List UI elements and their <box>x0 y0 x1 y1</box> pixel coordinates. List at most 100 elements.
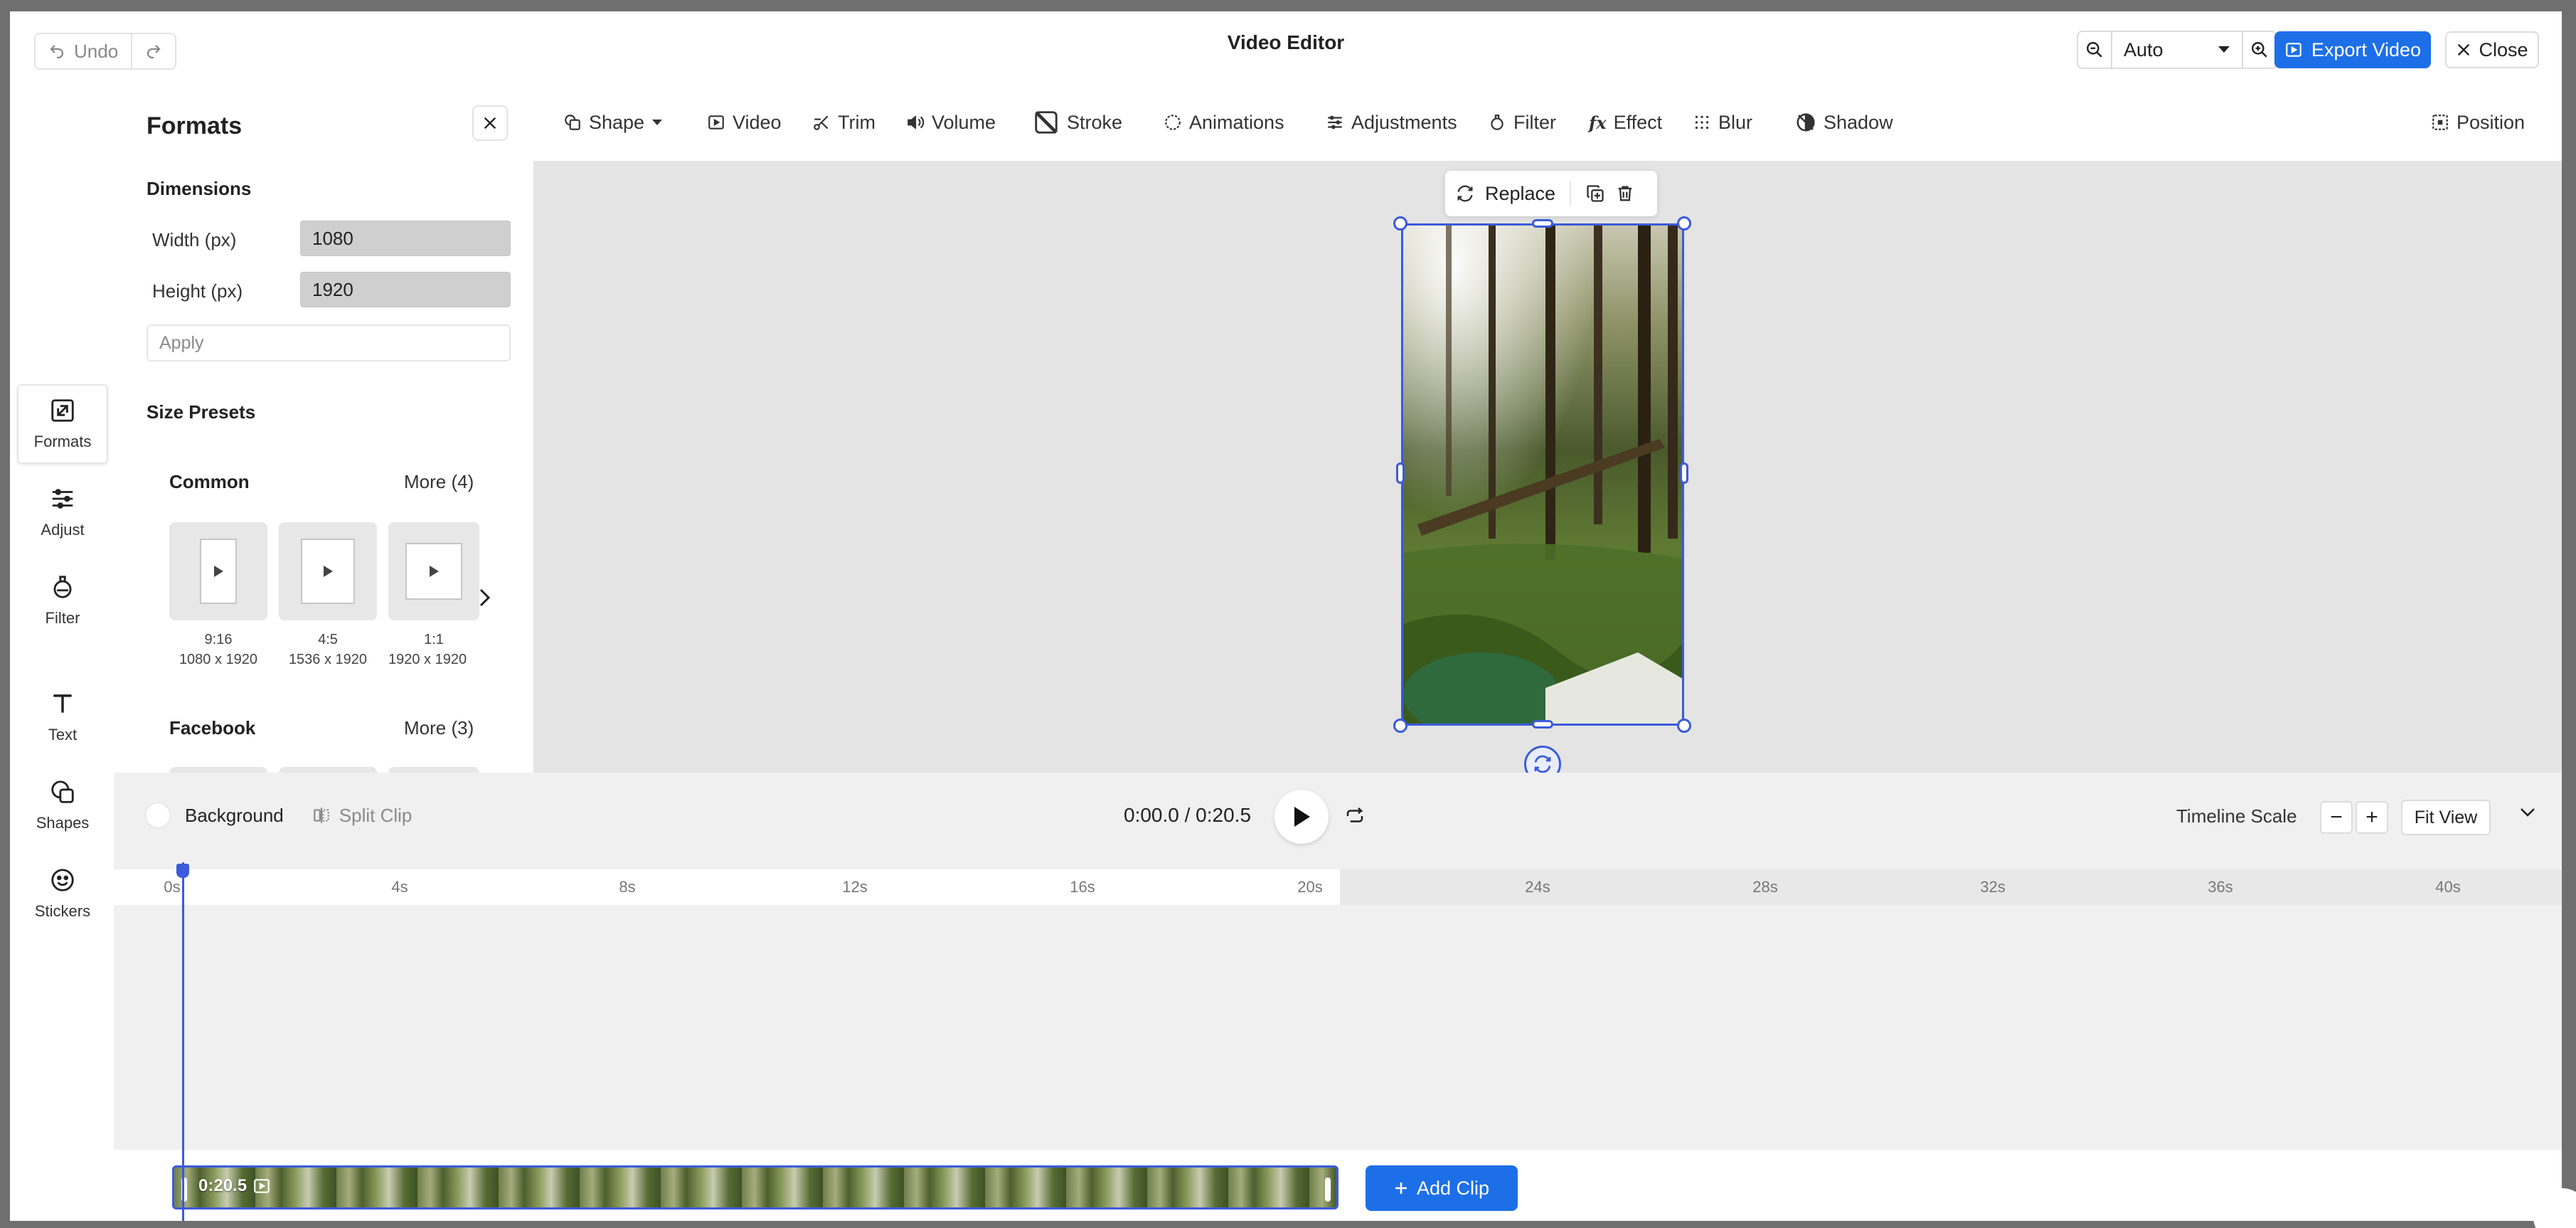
timeline-tracks-area[interactable] <box>114 905 2562 1150</box>
trim-tool[interactable]: Trim <box>812 108 875 137</box>
clip-duration: 0:20.5 <box>198 1176 248 1195</box>
dimensions-heading: Dimensions <box>147 178 252 199</box>
animations-label: Animations <box>1189 111 1284 133</box>
collapse-timeline-button[interactable] <box>2519 807 2536 822</box>
background-color-swatch[interactable] <box>145 803 171 828</box>
resize-handle-top[interactable] <box>1532 219 1553 228</box>
sliders-icon <box>1328 115 1342 129</box>
preset-size: 1536 x 1920 <box>288 652 368 667</box>
rail-item-stickers[interactable]: Stickers <box>17 854 108 933</box>
formats-panel: Formats Dimensions Width (px) 1080 Heigh… <box>114 83 533 788</box>
sliders-icon <box>52 489 73 509</box>
shadow-tool[interactable]: Shadow <box>1795 108 1893 137</box>
video-label: Video <box>733 111 782 133</box>
loop-icon <box>1346 807 1363 822</box>
timeline-ruler[interactable]: 0s 4s 8s 12s 16s 20s 24s 28s 32s 36s 40s <box>114 869 2562 905</box>
undo-button[interactable]: Undo <box>36 34 131 68</box>
preset-card-9-16[interactable] <box>169 522 267 620</box>
zoom-in-button[interactable] <box>2243 32 2276 68</box>
rail-item-filter[interactable]: Filter <box>17 561 108 640</box>
play-icon <box>324 566 333 577</box>
plus-icon <box>1395 1182 1407 1194</box>
timeline-zoom-in-button[interactable]: + <box>2356 801 2388 834</box>
undo-icon <box>50 45 64 59</box>
rail-item-text[interactable]: Text <box>17 677 108 757</box>
close-button[interactable]: Close <box>2445 31 2539 68</box>
preset-size: 1080 x 1920 <box>179 652 258 667</box>
play-icon <box>214 566 223 577</box>
rail-item-formats[interactable]: Formats <box>17 384 108 464</box>
play-button[interactable] <box>1274 790 1329 844</box>
zoom-out-button[interactable] <box>2078 32 2111 68</box>
height-input[interactable]: 1920 <box>300 272 511 307</box>
filter-label: Filter <box>1513 111 1556 133</box>
zoom-select[interactable]: Auto <box>2111 32 2243 68</box>
chevron-right-icon <box>479 588 491 607</box>
playhead-handle[interactable] <box>176 864 189 878</box>
shape-tool[interactable]: Shape <box>563 108 663 137</box>
resize-icon <box>51 399 74 422</box>
resize-handle-top-left[interactable] <box>1393 216 1407 231</box>
split-clip-label: Split Clip <box>339 804 413 826</box>
apply-button[interactable]: Apply <box>147 324 511 361</box>
video-clip[interactable]: 0:20.5 <box>172 1165 1338 1210</box>
rail-item-label: Shapes <box>36 814 90 832</box>
ruler-tick: 40s <box>2435 878 2461 896</box>
resize-handle-right[interactable] <box>1680 462 1688 484</box>
ruler-tick: 24s <box>1525 878 1550 896</box>
clip-trim-handle-right[interactable] <box>1325 1177 1331 1202</box>
blur-label: Blur <box>1718 111 1753 133</box>
rail-item-adjust[interactable]: Adjust <box>17 472 108 552</box>
ruler-tick: 12s <box>842 878 868 896</box>
timeline-zoom-out-button[interactable]: − <box>2320 801 2353 834</box>
trash-icon[interactable] <box>1615 184 1635 203</box>
ruler-tick: 36s <box>2208 878 2233 896</box>
play-icon <box>430 566 439 577</box>
presets-next-button[interactable] <box>471 583 499 612</box>
blur-tool[interactable]: Blur <box>1693 108 1752 137</box>
editor-canvas[interactable]: Replace <box>533 161 2562 783</box>
rail-item-shapes[interactable]: Shapes <box>17 766 108 845</box>
video-element[interactable] <box>1401 223 1684 726</box>
common-heading: Common <box>169 471 250 492</box>
ruler-tick: 16s <box>1070 878 1095 896</box>
size-presets-heading: Size Presets <box>147 401 256 423</box>
position-tool[interactable]: Position <box>2431 108 2525 137</box>
panel-close-button[interactable] <box>472 105 508 141</box>
loop-button[interactable] <box>1344 805 1366 830</box>
preset-card-1-1[interactable] <box>388 522 479 620</box>
resize-handle-bottom[interactable] <box>1532 720 1553 729</box>
effect-tool[interactable]: fx Effect <box>1589 108 1662 137</box>
export-video-button[interactable]: Export Video <box>2274 31 2431 68</box>
resize-handle-top-right[interactable] <box>1677 216 1691 231</box>
close-icon <box>484 117 496 129</box>
fit-view-button[interactable]: Fit View <box>2401 800 2491 835</box>
shape-label: Shape <box>589 111 645 133</box>
stroke-tool[interactable]: Stroke <box>1033 108 1122 137</box>
preset-card-4-5[interactable] <box>279 522 377 620</box>
animations-tool[interactable]: Animations <box>1164 108 1284 137</box>
facebook-more-link[interactable]: More (3) <box>404 717 474 739</box>
replace-button[interactable]: Replace <box>1485 183 1555 205</box>
resize-handle-bottom-right[interactable] <box>1677 719 1691 733</box>
undo-label: Undo <box>74 40 119 62</box>
duplicate-icon[interactable] <box>1585 184 1605 203</box>
background-label[interactable]: Background <box>185 805 284 827</box>
preset-ratio: 4:5 <box>318 632 338 647</box>
playhead[interactable] <box>182 862 184 1221</box>
preset-frame <box>301 539 355 604</box>
common-more-link[interactable]: More (4) <box>404 471 474 493</box>
stroke-label: Stroke <box>1067 111 1123 133</box>
video-tool[interactable]: Video <box>707 108 782 137</box>
resize-handle-bottom-left[interactable] <box>1393 719 1407 733</box>
adjustments-tool[interactable]: Adjustments <box>1326 108 1457 137</box>
filter-tool[interactable]: Filter <box>1488 108 1556 137</box>
add-clip-button[interactable]: Add Clip <box>1366 1165 1518 1211</box>
redo-button[interactable] <box>131 34 175 68</box>
play-icon <box>1294 807 1310 827</box>
split-clip-button[interactable]: Split Clip <box>312 804 413 827</box>
resize-handle-left[interactable] <box>1396 462 1405 484</box>
width-input[interactable]: 1080 <box>300 221 511 256</box>
preset-frame <box>200 539 237 604</box>
volume-tool[interactable]: Volume <box>906 108 996 137</box>
